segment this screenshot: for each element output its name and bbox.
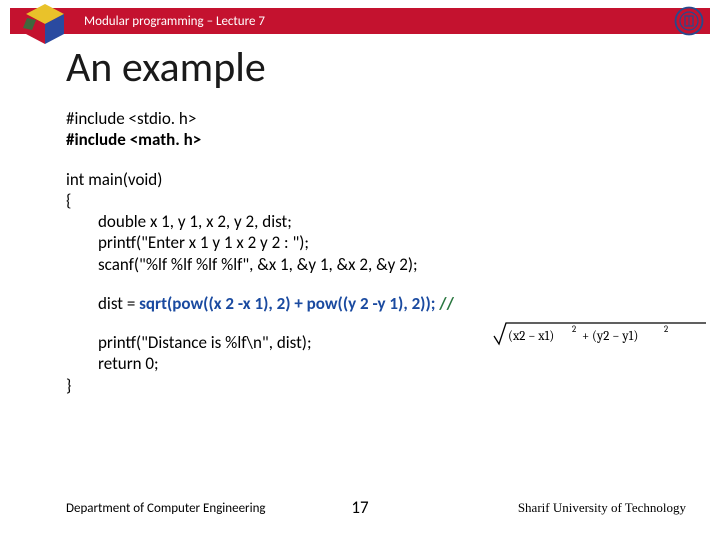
code-line: dist = sqrt(pow((x 2 -x 1), 2) + pow((y … [66, 293, 700, 314]
code-text: dist = [98, 293, 139, 314]
code-line: #include <math. h> [66, 129, 700, 150]
code-line: int main(void) [66, 169, 700, 190]
code-body: #include <stdio. h> #include <math. h> i… [66, 108, 700, 396]
code-comment: // [435, 293, 453, 314]
footer-university: Sharif University of Technology [518, 500, 686, 516]
slide: Modular programming – Lecture 7 An examp… [0, 0, 720, 540]
code-line: printf("Enter x 1 y 1 x 2 y 2 : "); [66, 232, 700, 253]
code-line: #include <stdio. h> [66, 108, 700, 129]
distance-formula-icon: (x2 − x1) 2 + (y2 − y1) 2 [492, 320, 708, 348]
svg-text:(x2 − x1): (x2 − x1) [508, 329, 554, 344]
code-line: } [66, 375, 700, 396]
slide-title: An example [66, 42, 266, 93]
header-bar: Modular programming – Lecture 7 [10, 8, 710, 34]
svg-text:+ (y2 − y1): + (y2 − y1) [582, 329, 638, 344]
cube-logo-icon [20, 2, 70, 46]
code-line: return 0; [66, 353, 700, 374]
svg-text:2: 2 [572, 325, 576, 335]
code-line: scanf("%lf %lf %lf %lf", &x 1, &y 1, &x … [66, 254, 700, 275]
code-highlight: sqrt(pow((x 2 -x 1), 2) + pow((y 2 -y 1)… [139, 293, 435, 314]
university-seal-icon [674, 6, 704, 36]
svg-text:2: 2 [664, 325, 668, 335]
code-line: { [66, 190, 700, 211]
code-line: double x 1, y 1, x 2, y 2, dist; [66, 211, 700, 232]
